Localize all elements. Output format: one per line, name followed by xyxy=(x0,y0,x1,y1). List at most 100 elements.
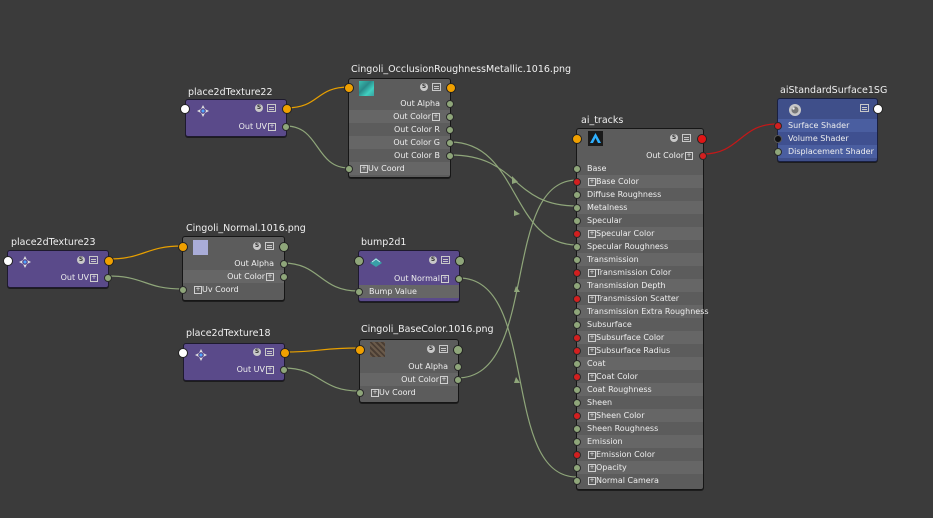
attribute-row[interactable]: +Subsurface Radius xyxy=(573,344,703,357)
swatch-toggle-button[interactable]: S xyxy=(253,242,261,250)
attribute-input-port[interactable] xyxy=(573,438,581,446)
output-port[interactable] xyxy=(279,242,289,252)
swatch-toggle-button[interactable]: S xyxy=(77,256,85,264)
attribute-row[interactable]: +Normal Camera xyxy=(573,474,703,487)
attribute-row[interactable]: +Opacity xyxy=(573,461,703,474)
attribute-input-port[interactable] xyxy=(573,217,581,225)
list-toggle-button[interactable] xyxy=(265,242,274,250)
uv-coord-port[interactable] xyxy=(356,389,364,397)
attribute-row[interactable]: Transmission xyxy=(573,253,703,266)
normal-texture-node[interactable]: S Out Alpha Out Color + +Uv Coord xyxy=(178,236,289,301)
attribute-row[interactable]: Subsurface xyxy=(573,318,703,331)
attribute-row[interactable]: +Base Color xyxy=(573,175,703,188)
bump-value-port[interactable] xyxy=(355,288,363,296)
out-color-r-port[interactable] xyxy=(446,126,454,134)
list-toggle-button[interactable] xyxy=(441,256,450,264)
expand-icon[interactable]: + xyxy=(588,411,596,420)
attribute-input-port[interactable] xyxy=(573,451,581,459)
attribute-row[interactable]: Metalness xyxy=(573,201,703,214)
attribute-input-port[interactable] xyxy=(573,347,581,355)
list-toggle-button[interactable] xyxy=(682,134,691,142)
list-toggle-button[interactable] xyxy=(89,256,98,264)
expand-icon[interactable]: + xyxy=(588,229,596,238)
attribute-row[interactable]: Sheen Roughness xyxy=(573,422,703,435)
attribute-row[interactable]: Diffuse Roughness xyxy=(573,188,703,201)
attribute-row[interactable]: Specular Roughness xyxy=(573,240,703,253)
input-port[interactable] xyxy=(344,83,354,93)
surface-shader-port[interactable] xyxy=(774,122,782,130)
output-port[interactable] xyxy=(282,104,292,114)
input-port[interactable] xyxy=(355,345,365,355)
attribute-input-port[interactable] xyxy=(573,425,581,433)
attribute-input-port[interactable] xyxy=(573,269,581,277)
attribute-input-port[interactable] xyxy=(573,243,581,251)
attribute-row[interactable]: +Coat Color xyxy=(573,370,703,383)
expand-icon[interactable]: + xyxy=(588,372,596,381)
output-port[interactable] xyxy=(104,256,114,266)
attribute-input-port[interactable] xyxy=(573,308,581,316)
attribute-row[interactable]: Base xyxy=(573,162,703,175)
out-color-port[interactable] xyxy=(699,152,707,160)
attribute-input-port[interactable] xyxy=(573,360,581,368)
out-color-port[interactable] xyxy=(446,113,454,121)
attribute-row[interactable]: Specular xyxy=(573,214,703,227)
volume-shader-port[interactable] xyxy=(774,135,782,143)
swatch-toggle-button[interactable]: S xyxy=(429,256,437,264)
out-uv-port[interactable] xyxy=(104,274,112,282)
out-alpha-port[interactable] xyxy=(446,100,454,108)
list-toggle-button[interactable] xyxy=(267,104,276,112)
expand-icon[interactable]: + xyxy=(588,463,596,472)
output-port[interactable] xyxy=(697,134,707,144)
input-port[interactable] xyxy=(572,134,582,144)
bump2d-node[interactable]: S Out Normal + Bump Value xyxy=(354,250,465,302)
attribute-input-port[interactable] xyxy=(573,230,581,238)
attribute-row[interactable]: +Subsurface Color xyxy=(573,331,703,344)
input-port[interactable] xyxy=(178,348,188,358)
attribute-input-port[interactable] xyxy=(573,334,581,342)
expand-icon[interactable]: + xyxy=(588,476,596,485)
out-alpha-port[interactable] xyxy=(454,363,462,371)
attribute-input-port[interactable] xyxy=(573,373,581,381)
swatch-toggle-button[interactable]: S xyxy=(253,348,261,356)
attribute-row[interactable]: Transmission Extra Roughness xyxy=(573,305,709,318)
attribute-row[interactable]: +Emission Color xyxy=(573,448,703,461)
output-port[interactable] xyxy=(453,345,463,355)
uv-coord-port[interactable] xyxy=(345,165,353,173)
swatch-toggle-button[interactable]: S xyxy=(420,83,428,91)
input-port[interactable] xyxy=(354,256,364,266)
expand-icon[interactable]: + xyxy=(588,450,596,459)
attribute-input-port[interactable] xyxy=(573,295,581,303)
attribute-row[interactable]: Coat xyxy=(573,357,703,370)
input-port[interactable] xyxy=(3,256,13,266)
out-color-b-port[interactable] xyxy=(446,152,454,160)
expand-icon[interactable]: + xyxy=(588,346,596,355)
out-uv-port[interactable] xyxy=(280,366,288,374)
attribute-row[interactable]: +Specular Color xyxy=(573,227,703,240)
output-port[interactable] xyxy=(455,256,465,266)
swatch-toggle-button[interactable]: S xyxy=(670,134,678,142)
attribute-input-port[interactable] xyxy=(573,464,581,472)
attribute-row[interactable]: Coat Roughness xyxy=(573,383,703,396)
attribute-row[interactable]: +Transmission Scatter xyxy=(573,292,703,305)
attribute-input-port[interactable] xyxy=(573,321,581,329)
attribute-input-port[interactable] xyxy=(573,477,581,485)
ai-tracks-shader-node[interactable]: S Out Color + Base +Base Color Diffuse Roug… xyxy=(572,128,709,490)
out-color-port[interactable] xyxy=(280,273,288,281)
swatch-toggle-button[interactable]: S xyxy=(427,345,435,353)
list-toggle-button[interactable] xyxy=(860,104,869,112)
basecolor-texture-node[interactable]: S Out Alpha Out Color + +Uv Coord xyxy=(355,339,463,403)
uv-coord-port[interactable] xyxy=(179,286,187,294)
attribute-input-port[interactable] xyxy=(573,165,581,173)
output-port[interactable] xyxy=(873,104,883,114)
attribute-input-port[interactable] xyxy=(573,178,581,186)
out-alpha-port[interactable] xyxy=(280,260,288,268)
attribute-row[interactable]: +Transmission Color xyxy=(573,266,703,279)
expand-icon[interactable]: + xyxy=(588,333,596,342)
displacement-shader-port[interactable] xyxy=(774,148,782,156)
attribute-input-port[interactable] xyxy=(573,191,581,199)
attribute-row[interactable]: Emission xyxy=(573,435,703,448)
attribute-input-port[interactable] xyxy=(573,204,581,212)
swatch-toggle-button[interactable]: S xyxy=(255,104,263,112)
attribute-row[interactable]: +Sheen Color xyxy=(573,409,703,422)
list-toggle-button[interactable] xyxy=(265,348,274,356)
